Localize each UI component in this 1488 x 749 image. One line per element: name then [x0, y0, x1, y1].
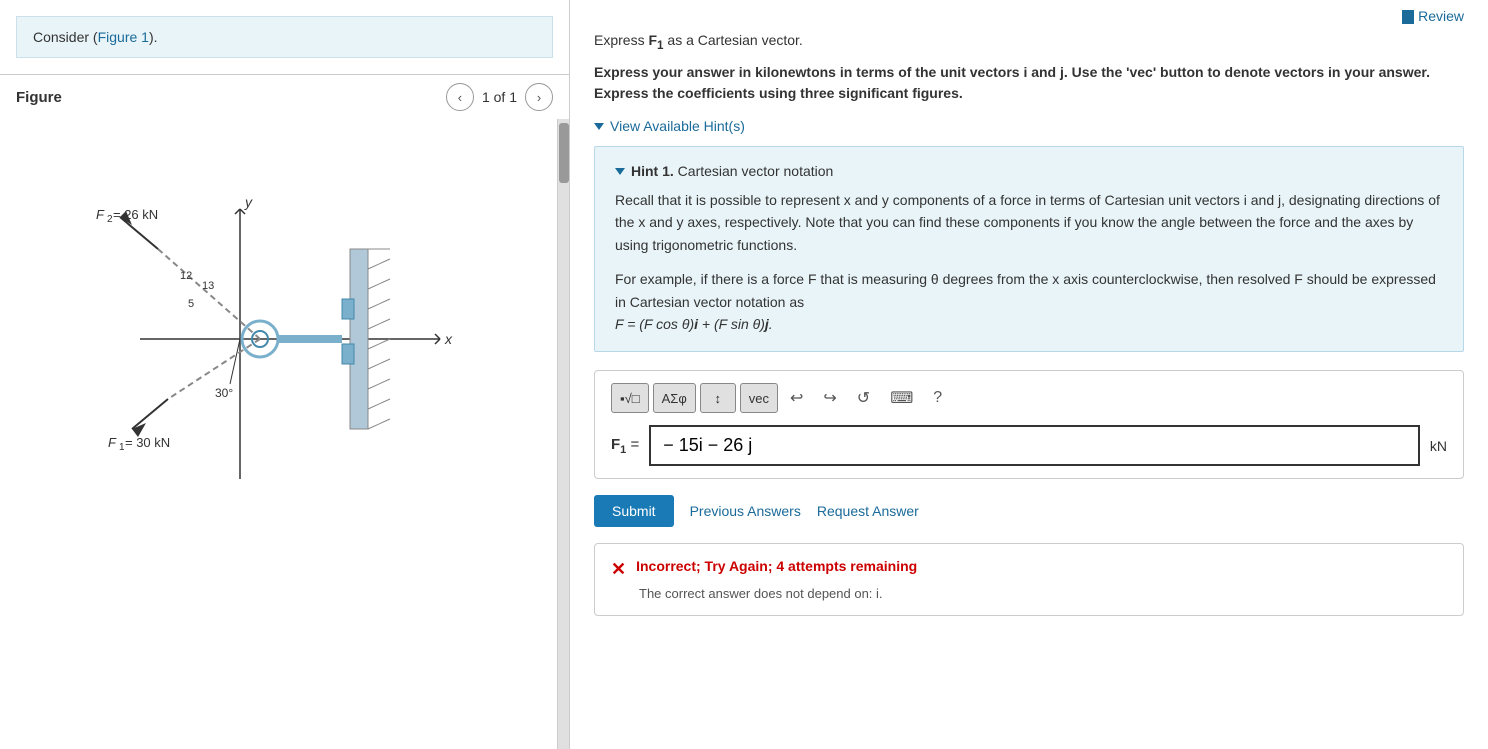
hint-title-row: Hint 1. Cartesian vector notation — [615, 163, 1443, 179]
alpha-sigma-button[interactable]: ΑΣφ — [653, 383, 696, 413]
matrix-sqrt-button[interactable]: ▪√□ — [611, 383, 649, 413]
page-indicator: 1 of 1 — [482, 89, 517, 105]
review-icon — [1402, 10, 1414, 24]
express-f1-text: Express F1 as a Cartesian vector. — [594, 32, 803, 48]
hint-text-1: Recall that it is possible to represent … — [615, 189, 1443, 256]
math-toolbar: ▪√□ ΑΣφ ↕ vec ↩ ↪ ↺ ⌨ ? — [611, 383, 1447, 413]
scrollbar-thumb[interactable] — [559, 123, 569, 183]
result-header: ✕ Incorrect; Try Again; 4 attempts remai… — [611, 558, 1447, 580]
answer-row: F1 = kN — [611, 425, 1447, 466]
unit-label: kN — [1430, 438, 1447, 454]
previous-answers-button[interactable]: Previous Answers — [690, 503, 801, 519]
consider-text: Consider ( — [33, 29, 98, 45]
hint-title-label: Hint 1. Cartesian vector notation — [631, 163, 833, 179]
main-question: Express F1 as a Cartesian vector. — [594, 32, 1464, 52]
undo-button[interactable]: ↩ — [782, 383, 811, 413]
view-hint-label: View Available Hint(s) — [610, 118, 745, 134]
figure-header: Figure ‹ 1 of 1 › — [0, 74, 569, 119]
refresh-button[interactable]: ↺ — [849, 383, 878, 413]
consider-end: ). — [149, 29, 158, 45]
review-link[interactable]: Review — [1402, 8, 1464, 24]
help-button[interactable]: ? — [925, 383, 950, 413]
request-answer-button[interactable]: Request Answer — [817, 503, 919, 519]
svg-text:= 26 kN: = 26 kN — [113, 207, 158, 222]
svg-text:F: F — [96, 207, 105, 222]
next-figure-button[interactable]: › — [525, 83, 553, 111]
prev-figure-button[interactable]: ‹ — [446, 83, 474, 111]
svg-text:= 30 kN: = 30 kN — [125, 435, 170, 450]
scrollbar[interactable] — [557, 119, 569, 749]
svg-text:30°: 30° — [215, 386, 233, 400]
result-title: Incorrect; Try Again; 4 attempts remaini… — [636, 558, 917, 574]
svg-text:y: y — [244, 194, 253, 210]
figure-link[interactable]: Figure 1 — [98, 29, 149, 45]
left-panel: Consider (Figure 1). Figure ‹ 1 of 1 › x… — [0, 0, 570, 749]
keyboard-button[interactable]: ⌨ — [882, 383, 921, 413]
svg-text:13: 13 — [202, 280, 214, 292]
hint-box: Hint 1. Cartesian vector notation Recall… — [594, 146, 1464, 352]
arrows-button[interactable]: ↕ — [700, 383, 736, 413]
view-hint-button[interactable]: View Available Hint(s) — [594, 118, 745, 134]
figure-label: Figure — [16, 89, 438, 106]
submit-button[interactable]: Submit — [594, 495, 674, 527]
instructions: Express your answer in kilonewtons in te… — [594, 62, 1464, 104]
incorrect-icon: ✕ — [611, 559, 626, 580]
svg-text:5: 5 — [188, 298, 194, 310]
answer-input[interactable] — [649, 425, 1420, 466]
figure-image: x y — [20, 129, 480, 509]
hint-formula-text: F = (F cos θ)i + (F sin θ)j. — [615, 316, 773, 332]
review-link-container: Review — [594, 0, 1464, 32]
hint-expand-icon — [615, 168, 625, 175]
svg-text:x: x — [444, 331, 453, 347]
f1-label: F1 = — [611, 436, 639, 456]
figure-area: x y — [0, 119, 569, 749]
hint-triangle-icon — [594, 123, 604, 130]
redo-button[interactable]: ↪ — [815, 383, 844, 413]
consider-box: Consider (Figure 1). — [16, 16, 553, 58]
vec-button[interactable]: vec — [740, 383, 778, 413]
action-row: Submit Previous Answers Request Answer — [594, 495, 1464, 527]
hint-text-2: For example, if there is a force F that … — [615, 268, 1443, 335]
svg-text:F: F — [108, 435, 117, 450]
right-panel: Review Express F1 as a Cartesian vector.… — [570, 0, 1488, 749]
svg-text:12: 12 — [180, 270, 192, 282]
result-detail: The correct answer does not depend on: i… — [639, 586, 1447, 601]
math-input-container: ▪√□ ΑΣφ ↕ vec ↩ ↪ ↺ ⌨ ? F1 = kN — [594, 370, 1464, 479]
result-box: ✕ Incorrect; Try Again; 4 attempts remai… — [594, 543, 1464, 616]
figure-svg: x y — [0, 119, 569, 522]
